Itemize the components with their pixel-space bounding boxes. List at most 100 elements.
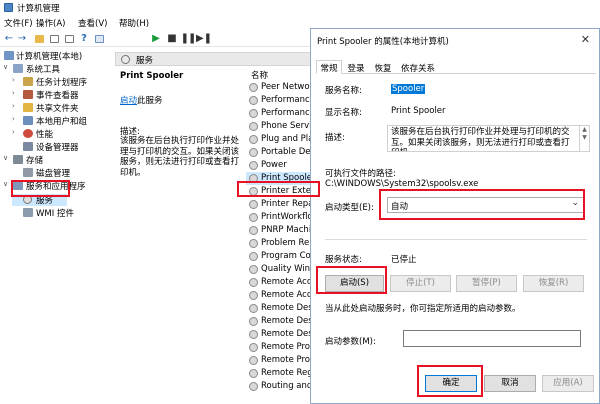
tree-services[interactable]: 服务: [12, 194, 67, 206]
tree-root[interactable]: 计算机管理(本地): [2, 50, 112, 62]
stop-button[interactable]: 停止(T): [390, 275, 451, 292]
menu-file[interactable]: 文件(F): [4, 17, 33, 29]
service-name-value[interactable]: Spooler: [391, 84, 426, 94]
collapse-arrow-icon[interactable]: ›: [12, 102, 20, 110]
apply-button[interactable]: 应用(A): [542, 375, 594, 392]
service-row[interactable]: Program Comp: [246, 250, 310, 263]
expand-arrow-icon[interactable]: ∨: [3, 154, 11, 162]
tree-device-manager[interactable]: 设备管理器: [12, 141, 112, 153]
menu-view[interactable]: 查看(V): [78, 17, 107, 29]
service-row[interactable]: Printer Repair: [246, 198, 310, 211]
start-button[interactable]: 启动(S): [325, 275, 384, 292]
computer-management-icon: [4, 3, 13, 12]
description-box[interactable]: 该服务在后台执行打印作业并处理与打印机的交互。如果关闭该服务，则无法进行打印或查…: [387, 125, 580, 152]
menu-help[interactable]: 帮助(H): [119, 17, 149, 29]
tree-local-users[interactable]: › 本地用户和组: [12, 115, 112, 127]
expand-arrow-icon[interactable]: ∨: [3, 180, 11, 188]
service-row[interactable]: Print Spooler: [246, 172, 310, 185]
back-icon[interactable]: ←: [3, 33, 15, 45]
service-detail-panel: Print Spooler 启动此服务 描述: 该服务在后台执行打印作业并处理与…: [115, 66, 243, 404]
tree-storage[interactable]: ∨ 存储: [2, 154, 112, 166]
startup-type-label: 启动类型(E):: [325, 203, 374, 213]
service-row[interactable]: Phone Service: [246, 120, 310, 133]
clock-icon: [23, 77, 33, 86]
computer-icon: [4, 51, 14, 60]
tree-shared-folders[interactable]: › 共享文件夹: [12, 102, 112, 114]
service-row[interactable]: Printer Extensi: [246, 185, 310, 198]
pause-button[interactable]: 暂停(P): [456, 275, 517, 292]
tree-system-tools[interactable]: ∨ 系统工具: [2, 63, 112, 75]
service-row[interactable]: Performance C: [246, 107, 310, 120]
description-scrollbar[interactable]: ▲ ▼: [580, 125, 590, 152]
tree-task-scheduler[interactable]: › 任务计划程序: [12, 76, 112, 88]
service-row[interactable]: Quality Windo: [246, 263, 310, 276]
collapse-arrow-icon[interactable]: ›: [12, 89, 20, 97]
tab-logon[interactable]: 登录: [344, 60, 368, 74]
expand-arrow-icon[interactable]: ∨: [3, 63, 11, 71]
play-icon[interactable]: ▶: [150, 33, 162, 45]
service-row-name: Plug and Play: [261, 134, 310, 144]
performance-icon: [23, 129, 33, 138]
ok-button[interactable]: 确定: [425, 375, 477, 392]
service-row[interactable]: PNRP Machine: [246, 224, 310, 237]
stop-icon[interactable]: ■: [166, 33, 178, 45]
service-row[interactable]: Remote Regis: [246, 367, 310, 380]
service-row[interactable]: PrintWorkflow: [246, 211, 310, 224]
scroll-up-icon[interactable]: ▲: [582, 126, 587, 133]
restart-icon[interactable]: ▶❚: [196, 33, 212, 45]
cancel-button[interactable]: 取消: [484, 375, 536, 392]
start-service-link[interactable]: 启动: [120, 96, 137, 106]
close-icon[interactable]: ✕: [581, 33, 590, 46]
service-row[interactable]: Remote Deskt: [246, 328, 310, 341]
gear-icon: [249, 356, 258, 365]
exe-path-label: 可执行文件的路径:: [325, 169, 396, 179]
start-params-input[interactable]: [403, 330, 581, 347]
service-row-name: Routing and R: [261, 381, 310, 391]
service-row[interactable]: Remote Proce: [246, 354, 310, 367]
column-header-name[interactable]: 名称: [251, 69, 268, 81]
service-row[interactable]: Remote Deskt: [246, 315, 310, 328]
service-row[interactable]: Power: [246, 159, 310, 172]
gear-icon: [249, 187, 258, 196]
menu-bar: 文件(F) 操作(A) 查看(V) 帮助(H): [0, 15, 320, 30]
service-row-name: Remote Deskt: [261, 303, 310, 313]
display-name-value[interactable]: Print Spooler: [391, 106, 446, 116]
resume-button[interactable]: 恢复(R): [523, 275, 584, 292]
service-row[interactable]: Performance C: [246, 94, 310, 107]
tab-recovery[interactable]: 恢复: [371, 60, 395, 74]
startup-type-select[interactable]: 自动 ⌄: [387, 197, 584, 213]
properties-icon[interactable]: [63, 33, 75, 45]
collapse-arrow-icon[interactable]: ›: [12, 128, 20, 136]
tree-performance[interactable]: › 性能: [12, 128, 112, 140]
service-row[interactable]: Problem Repor: [246, 237, 310, 250]
service-row[interactable]: Remote Proce: [246, 341, 310, 354]
service-row[interactable]: Peer Network: [246, 81, 310, 94]
exe-path-value[interactable]: C:\WINDOWS\System32\spoolsv.exe: [325, 179, 478, 189]
help-icon[interactable]: ?: [78, 33, 90, 45]
console-tree-icon[interactable]: [93, 33, 105, 45]
forward-icon[interactable]: →: [16, 33, 28, 45]
service-row[interactable]: Remote Acces: [246, 289, 310, 302]
services-apps-icon: [13, 181, 23, 190]
collapse-arrow-icon[interactable]: ›: [12, 115, 20, 123]
folder-icon[interactable]: [33, 33, 45, 45]
pause-icon[interactable]: ❚❚: [181, 33, 197, 45]
console-icon[interactable]: [48, 33, 60, 45]
collapse-arrow-icon[interactable]: ›: [12, 76, 20, 84]
service-status-value: 已停止: [391, 255, 417, 265]
service-row[interactable]: Remote Deskt: [246, 302, 310, 315]
tree-event-viewer[interactable]: › 事件查看器: [12, 89, 112, 101]
menu-action[interactable]: 操作(A): [36, 17, 65, 29]
tab-general[interactable]: 常规: [316, 60, 342, 74]
service-row[interactable]: Routing and R: [246, 380, 310, 393]
service-row[interactable]: Plug and Play: [246, 133, 310, 146]
service-row-name: Remote Proce: [261, 355, 310, 365]
scroll-down-icon[interactable]: ▼: [582, 134, 587, 141]
tree-services-apps[interactable]: ∨ 服务和应用程序: [2, 180, 112, 192]
service-row-name: Remote Regis: [261, 368, 310, 378]
tree-wmi[interactable]: WMI 控件: [12, 207, 112, 219]
tab-dependencies[interactable]: 依存关系: [398, 60, 438, 74]
service-row[interactable]: Remote Acces: [246, 276, 310, 289]
service-row[interactable]: Portable Devi: [246, 146, 310, 159]
tree-disk-management[interactable]: 磁盘管理: [12, 167, 112, 179]
